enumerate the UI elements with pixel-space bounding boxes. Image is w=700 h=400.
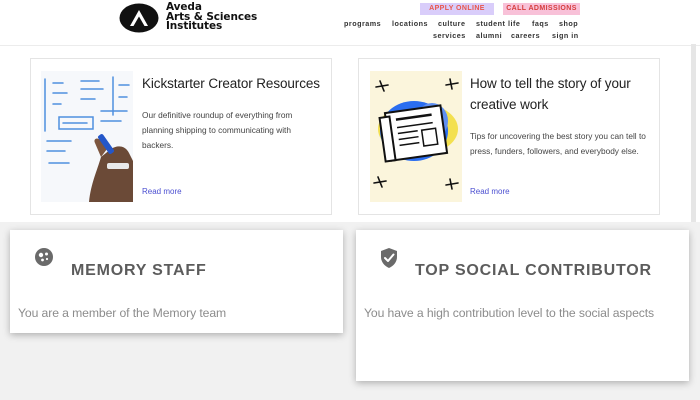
nav-item-culture[interactable]: culture [438,19,465,28]
nav-item-student-life[interactable]: student life [476,19,520,28]
article-title[interactable]: Kickstarter Creator Resources [142,73,322,94]
nav-item-locations[interactable]: locations [392,19,428,28]
nav-item-shop[interactable]: shop [559,19,578,28]
scrollbar[interactable] [691,44,696,222]
badge-description: You have a high contribution level to th… [364,306,655,320]
nav-item-faqs[interactable]: faqs [532,19,549,28]
badge-title: MEMORY STAFF [71,262,207,279]
nav-item-programs[interactable]: programs [344,19,381,28]
brand-line: Institutes [166,20,223,32]
whiteboard-drawing-icon [41,71,133,202]
call-admissions-button[interactable]: CALL ADMISSIONS [503,3,580,15]
article-card: Kickstarter Creator Resources Our defini… [30,58,332,215]
badge-title: TOP SOCIAL CONTRIBUTOR [415,262,652,279]
badge-description: You are a member of the Memory team [18,306,227,320]
article-description: Our definitive roundup of everything fro… [142,110,293,150]
apply-online-button[interactable]: APPLY ONLINE [420,3,494,15]
badge-card: MEMORY STAFF You are a member of the Mem… [10,230,343,333]
article-card: How to tell the story of your creative w… [358,58,660,215]
shield-check-icon [380,247,398,274]
nav-item-careers[interactable]: careers [511,31,540,40]
article-description: Tips for uncovering the best story you c… [470,131,646,156]
site-header: Aveda Arts & Sciences Institutes APPLY O… [0,0,700,46]
brand-name[interactable]: Aveda Arts & Sciences Institutes [166,2,257,32]
memory-badge-icon [34,247,54,272]
read-more-link[interactable]: Read more [142,187,182,196]
nav-item-alumni[interactable]: alumni [476,31,502,40]
nav-item-sign-in[interactable]: sign in [552,31,579,40]
badge-card: TOP SOCIAL CONTRIBUTOR You have a high c… [356,230,689,381]
newspaper-illustration-icon [370,71,462,202]
read-more-link[interactable]: Read more [470,187,510,196]
nav-item-services[interactable]: services [433,31,466,40]
triangle-a-logo-icon[interactable] [119,3,159,33]
article-title[interactable]: How to tell the story of your creative w… [470,73,650,115]
